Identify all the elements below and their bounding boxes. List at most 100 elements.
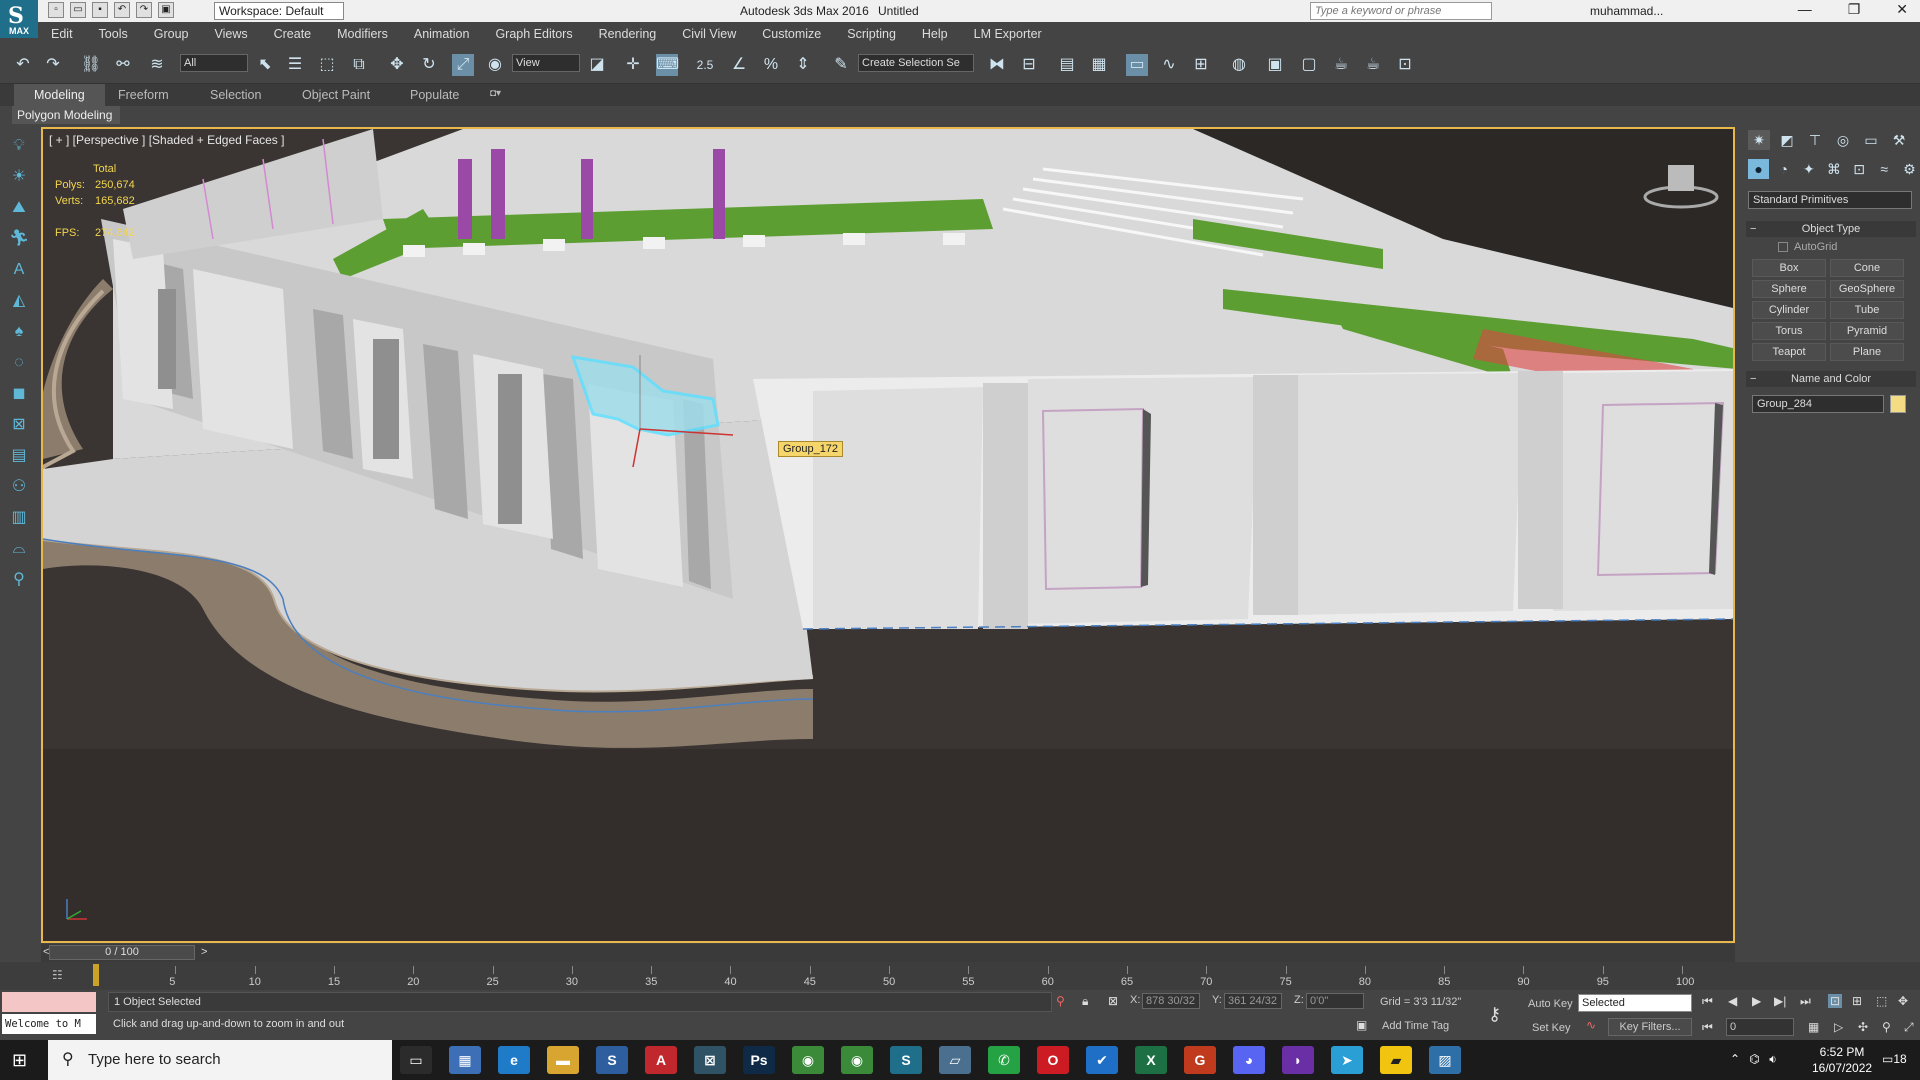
- material-editor-icon[interactable]: ◍: [1228, 54, 1250, 76]
- undo-icon[interactable]: ↶: [114, 2, 130, 18]
- keyboard-shortcut-override-icon[interactable]: ⌨: [656, 54, 679, 76]
- close-icon[interactable]: ✕: [1896, 1, 1908, 18]
- chrome-profile-icon[interactable]: ◉: [841, 1046, 873, 1074]
- menu-tools[interactable]: Tools: [86, 27, 141, 41]
- key-mode-dropdown[interactable]: Selected: [1578, 994, 1692, 1012]
- current-frame-marker[interactable]: [93, 964, 99, 986]
- display-tab-icon[interactable]: ▭: [1860, 130, 1882, 150]
- undo-icon[interactable]: ↶: [12, 54, 34, 76]
- perspective-viewport[interactable]: [ + ] [Perspective ] [Shaded + Edged Fac…: [41, 127, 1735, 943]
- maxscript-listener[interactable]: Welcome to M: [2, 1014, 96, 1034]
- set-key-button[interactable]: Set Key: [1532, 1022, 1571, 1034]
- isolate-icon[interactable]: ⚲: [1056, 994, 1065, 1008]
- selection-filter-dropdown[interactable]: All: [180, 54, 248, 72]
- select-place-icon[interactable]: ◉: [484, 54, 506, 76]
- percent-snap-icon[interactable]: %: [760, 54, 782, 76]
- menu-modifiers[interactable]: Modifiers: [324, 27, 401, 41]
- next-frame-arrow-icon[interactable]: >: [201, 946, 207, 958]
- app-logo[interactable]: S MAX: [0, 0, 38, 38]
- walk-icon[interactable]: 🏃︎: [8, 228, 30, 250]
- time-tag-icon[interactable]: ▣: [1356, 1018, 1367, 1032]
- light-icon[interactable]: 💡︎: [8, 135, 30, 157]
- ribbon-panel-polygon-modeling[interactable]: Polygon Modeling: [12, 106, 120, 124]
- shape-icon[interactable]: ◭: [8, 290, 30, 312]
- menu-rendering[interactable]: Rendering: [586, 27, 670, 41]
- menu-edit[interactable]: Edit: [38, 27, 86, 41]
- orbit-view-icon[interactable]: ✣: [1858, 1020, 1868, 1034]
- render-production-icon[interactable]: ☕: [1330, 54, 1352, 76]
- teapot-button[interactable]: Teapot: [1752, 343, 1826, 361]
- name-and-color-rollout[interactable]: Name and Color: [1746, 371, 1916, 387]
- time-slider-thumb[interactable]: 0 / 100: [49, 945, 195, 960]
- light-bulb-icon[interactable]: ⚲: [8, 569, 30, 591]
- tab-object-paint[interactable]: Object Paint: [302, 88, 370, 102]
- open-file-icon[interactable]: ▭: [70, 2, 86, 18]
- snaps-toggle[interactable]: 2.5: [694, 54, 716, 76]
- primitive-type-dropdown[interactable]: Standard Primitives: [1748, 191, 1912, 209]
- sticky-notes-icon[interactable]: ▰: [1380, 1046, 1412, 1074]
- named-selection-dropdown[interactable]: Create Selection Se: [858, 54, 974, 72]
- go-to-start-icon[interactable]: ⏮: [1702, 994, 1713, 1009]
- ribbon-toggle-icon[interactable]: ▭: [1126, 54, 1148, 76]
- scene-explorer-icon[interactable]: ▦: [1088, 54, 1110, 76]
- geosphere-button[interactable]: GeoSphere: [1830, 280, 1904, 298]
- taskbar-search[interactable]: ⚲ Type here to search: [48, 1040, 392, 1080]
- save-icon[interactable]: ▪: [92, 2, 108, 18]
- menu-lm-exporter[interactable]: LM Exporter: [961, 27, 1055, 41]
- next-frame-icon[interactable]: ▶|: [1774, 994, 1786, 1008]
- link-icon[interactable]: ⛓: [80, 54, 102, 76]
- space-warps-icon[interactable]: ≈: [1874, 159, 1895, 179]
- file-explorer-icon[interactable]: ▬: [547, 1046, 579, 1074]
- lights-icon[interactable]: ✦: [1798, 159, 1819, 179]
- pyramid-button[interactable]: Pyramid: [1830, 322, 1904, 340]
- whatsapp-icon[interactable]: ✆: [988, 1046, 1020, 1074]
- manipulate-icon[interactable]: ✛: [622, 54, 644, 76]
- align-icon[interactable]: ⊟: [1018, 54, 1040, 76]
- menu-civil-view[interactable]: Civil View: [669, 27, 749, 41]
- menu-graph-editors[interactable]: Graph Editors: [482, 27, 585, 41]
- rendered-frame-window-icon[interactable]: ▢: [1298, 54, 1320, 76]
- helper-icon[interactable]: ⌓: [8, 538, 30, 560]
- key-filters-button[interactable]: Key Filters...: [1608, 1018, 1692, 1036]
- pan-view-icon[interactable]: ✥: [1898, 994, 1908, 1008]
- key-filter-curve-icon[interactable]: ∿: [1586, 1018, 1596, 1032]
- notification-icon[interactable]: ▭18: [1882, 1052, 1907, 1066]
- current-frame-field[interactable]: 0: [1726, 1018, 1794, 1036]
- bind-space-warp-icon[interactable]: ≋: [146, 54, 168, 76]
- maximize-toggle-icon[interactable]: ⤢: [1904, 1020, 1914, 1035]
- tab-selection[interactable]: Selection: [210, 88, 261, 102]
- people-icon[interactable]: ⚇: [8, 476, 30, 498]
- layers-icon[interactable]: ▤: [8, 445, 30, 467]
- cameras-icon[interactable]: ⌘: [1823, 159, 1844, 179]
- image-viewer-icon[interactable]: ▨: [1429, 1046, 1461, 1074]
- maximize-viewport-icon[interactable]: ⊞: [1852, 994, 1862, 1008]
- absolute-mode-icon[interactable]: ⊠: [1108, 994, 1118, 1008]
- play-icon[interactable]: ▶: [1752, 994, 1761, 1008]
- tube-button[interactable]: Tube: [1830, 301, 1904, 319]
- select-move-icon[interactable]: ✥: [386, 54, 408, 76]
- mirror-icon[interactable]: ⧓: [986, 54, 1008, 76]
- render-in-cloud-icon[interactable]: ⊡: [1394, 54, 1416, 76]
- unlink-icon[interactable]: ⚯: [112, 54, 134, 76]
- edit-named-selection-icon[interactable]: ✎: [830, 54, 852, 76]
- photoshop-icon[interactable]: Ps: [743, 1046, 775, 1074]
- previous-frame-icon[interactable]: ◀: [1728, 994, 1737, 1008]
- sun-icon[interactable]: ☀︎: [8, 166, 30, 188]
- key-mode-toggle-icon[interactable]: ⏮: [1702, 1020, 1713, 1035]
- cylinder-button[interactable]: Cylinder: [1752, 301, 1826, 319]
- ribbon-options-icon[interactable]: ◘▾: [490, 88, 501, 99]
- telegram-icon[interactable]: ➤: [1331, 1046, 1363, 1074]
- tab-modeling[interactable]: Modeling: [14, 84, 105, 106]
- menu-animation[interactable]: Animation: [401, 27, 483, 41]
- podcast-icon[interactable]: ◗: [1282, 1046, 1314, 1074]
- time-config-icon[interactable]: ▦: [1808, 1020, 1819, 1034]
- maxscript-listener-pink[interactable]: [2, 992, 96, 1012]
- time-slider[interactable]: < 0 / 100 >: [41, 944, 1735, 962]
- viewport-label[interactable]: [ + ] [Perspective ] [Shaded + Edged Fac…: [49, 133, 284, 147]
- notes-icon[interactable]: ▱: [939, 1046, 971, 1074]
- menu-help[interactable]: Help: [909, 27, 961, 41]
- todo-icon[interactable]: ✔: [1086, 1046, 1118, 1074]
- go-to-end-icon[interactable]: ⏭: [1800, 994, 1811, 1009]
- scene-render[interactable]: [43, 129, 1735, 943]
- object-type-rollout[interactable]: Object Type: [1746, 221, 1916, 237]
